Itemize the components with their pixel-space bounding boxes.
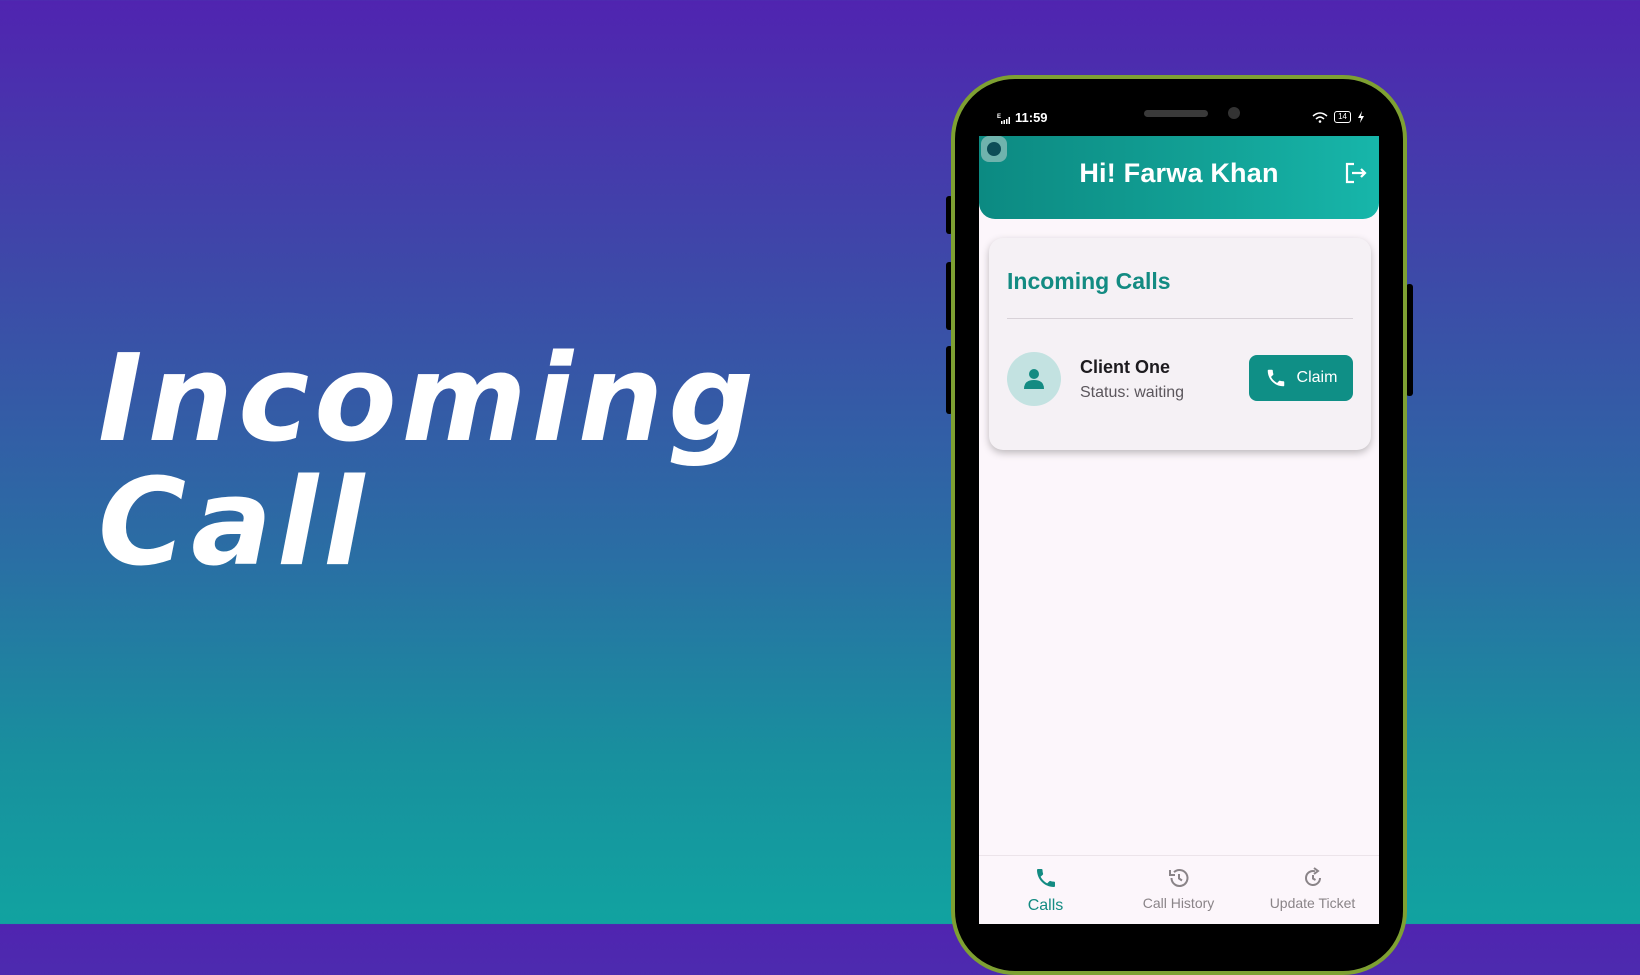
dnd-icon: [1053, 112, 1059, 123]
caller-status: Status: waiting: [1080, 384, 1185, 401]
app-screen: Hi! Farwa Khan Incoming Calls Client One…: [979, 136, 1379, 924]
phone-power-button: [1406, 284, 1413, 396]
svg-text:E: E: [997, 114, 1001, 120]
section-title: Incoming Calls: [1007, 268, 1171, 294]
signal-icon: E: [997, 114, 1010, 124]
status-left: E 11:59: [997, 110, 1062, 125]
nav-label-update-ticket: Update Ticket: [1269, 895, 1356, 911]
history-icon: [1168, 869, 1188, 887]
app-bar: Hi! Farwa Khan: [979, 136, 1379, 219]
hero-title: Incoming Call: [98, 338, 759, 586]
claim-label: Claim: [1296, 369, 1338, 386]
bubble-dot: [987, 142, 1001, 156]
refresh-icon: [1304, 867, 1321, 886]
nav-item-update-ticket[interactable]: Update Ticket: [1246, 866, 1379, 911]
phone-icon: [1267, 369, 1284, 387]
battery-icon: 14: [1334, 111, 1351, 123]
nav-item-call-history[interactable]: Call History: [1112, 866, 1245, 911]
incoming-calls-card: Incoming Calls Client One Status: waitin…: [989, 238, 1371, 450]
phone-icon: [1036, 869, 1055, 887]
caller-name: Client One: [1080, 357, 1171, 377]
bottom-navigation: Calls Call History Update Ticket: [979, 855, 1379, 924]
avatar: [1007, 352, 1061, 406]
logout-icon[interactable]: [1343, 160, 1369, 186]
greeting-title: Hi! Farwa Khan: [1079, 158, 1279, 188]
hero-line-2: Call: [98, 454, 370, 593]
divider: [1007, 318, 1353, 319]
wifi-icon: [1312, 112, 1328, 123]
status-time: 11:59: [1015, 110, 1048, 125]
nav-label-call-history: Call History: [1142, 895, 1215, 911]
nav-item-calls[interactable]: Calls: [979, 866, 1112, 915]
charging-icon: [1358, 111, 1364, 123]
person-icon: [1024, 369, 1044, 389]
hero-line-1: Incoming: [98, 330, 760, 469]
status-right: 14: [1312, 111, 1365, 123]
nav-label-calls: Calls: [1027, 897, 1064, 914]
status-bar: E 11:59 14: [995, 108, 1365, 130]
claim-button[interactable]: Claim: [1249, 355, 1353, 401]
